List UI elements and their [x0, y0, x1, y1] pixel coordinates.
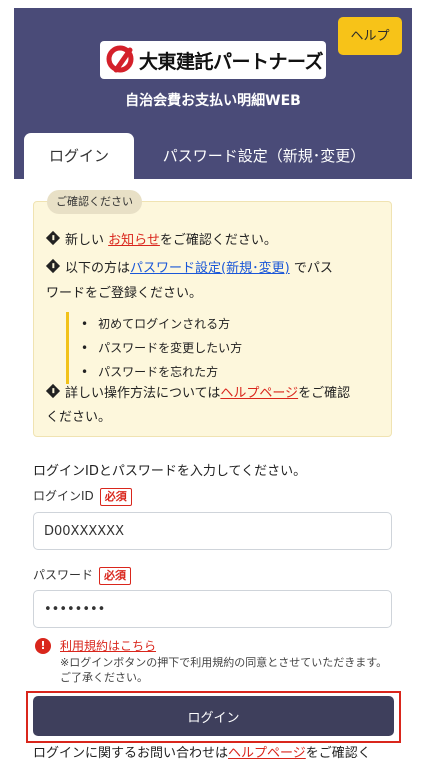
notice-line-password: 以下の方はパスワード設定(新規･変更) でパス: [45, 257, 333, 276]
app-frame: ヘルプ 大東建託パートナーズ 自治会費お支払い明細WEB ログイン パスワード設…: [14, 8, 412, 761]
required-badge: 必須: [99, 488, 132, 506]
password-input[interactable]: [33, 590, 392, 628]
alert-icon: [45, 383, 61, 399]
logo-text: 大東建託パートナーズ: [139, 50, 324, 73]
form-instruction: ログインIDとパスワードを入力してください。: [33, 464, 307, 479]
login-id-label: ログインID 必須: [33, 487, 132, 506]
bullet-list: 初めてログインされる方 パスワードを変更したい方 パスワードを忘れた方: [66, 312, 242, 384]
list-item: 初めてログインされる方: [81, 312, 242, 336]
app-title: 自治会費お支払い明細WEB: [125, 93, 301, 109]
notice-line-news: 新しい お知らせをご確認ください。: [45, 229, 277, 248]
help-page-link[interactable]: ヘルプページ: [220, 386, 298, 401]
terms-note: ※ログインボタンの押下で利用規約の同意とさせていただきます。ご了承ください。: [60, 656, 388, 684]
contact-help-link[interactable]: ヘルプページ: [228, 746, 306, 761]
info-icon: !: [35, 638, 51, 654]
contact-text: ログインに関するお問い合わせはヘルプページをご確認く: [33, 746, 371, 761]
news-link[interactable]: お知らせ: [108, 233, 160, 248]
list-item: パスワードを変更したい方: [81, 336, 242, 360]
password-setting-link[interactable]: パスワード設定(新規･変更): [130, 261, 290, 276]
company-logo: 大東建託パートナーズ: [100, 41, 326, 79]
login-id-input[interactable]: [33, 512, 392, 550]
help-button[interactable]: ヘルプ: [338, 17, 402, 55]
terms-link[interactable]: 利用規約はこちら: [60, 637, 156, 654]
notice-line-password-cont: ワードをご登録ください。: [46, 286, 203, 301]
alert-icon: [45, 258, 61, 274]
password-label: パスワード 必須: [33, 566, 132, 585]
login-button[interactable]: ログイン: [33, 696, 394, 736]
notice-line-help-cont: ください。: [46, 410, 112, 425]
notice-box: 新しい お知らせをご確認ください。 以下の方はパスワード設定(新規･変更) でパ…: [33, 201, 392, 437]
main-content: 新しい お知らせをご確認ください。 以下の方はパスワード設定(新規･変更) でパ…: [14, 179, 412, 761]
notice-label-badge: ご確認ください: [47, 190, 142, 214]
alert-icon: [45, 230, 61, 246]
tab-login[interactable]: ログイン: [24, 133, 134, 179]
notice-line-help: 詳しい操作方法についてはヘルプページをご確認: [45, 382, 350, 401]
tab-password-setting[interactable]: パスワード設定（新規･変更）: [144, 133, 384, 179]
required-badge: 必須: [99, 567, 132, 585]
logo-mark-icon: [106, 45, 134, 73]
list-item: パスワードを忘れた方: [81, 360, 242, 384]
